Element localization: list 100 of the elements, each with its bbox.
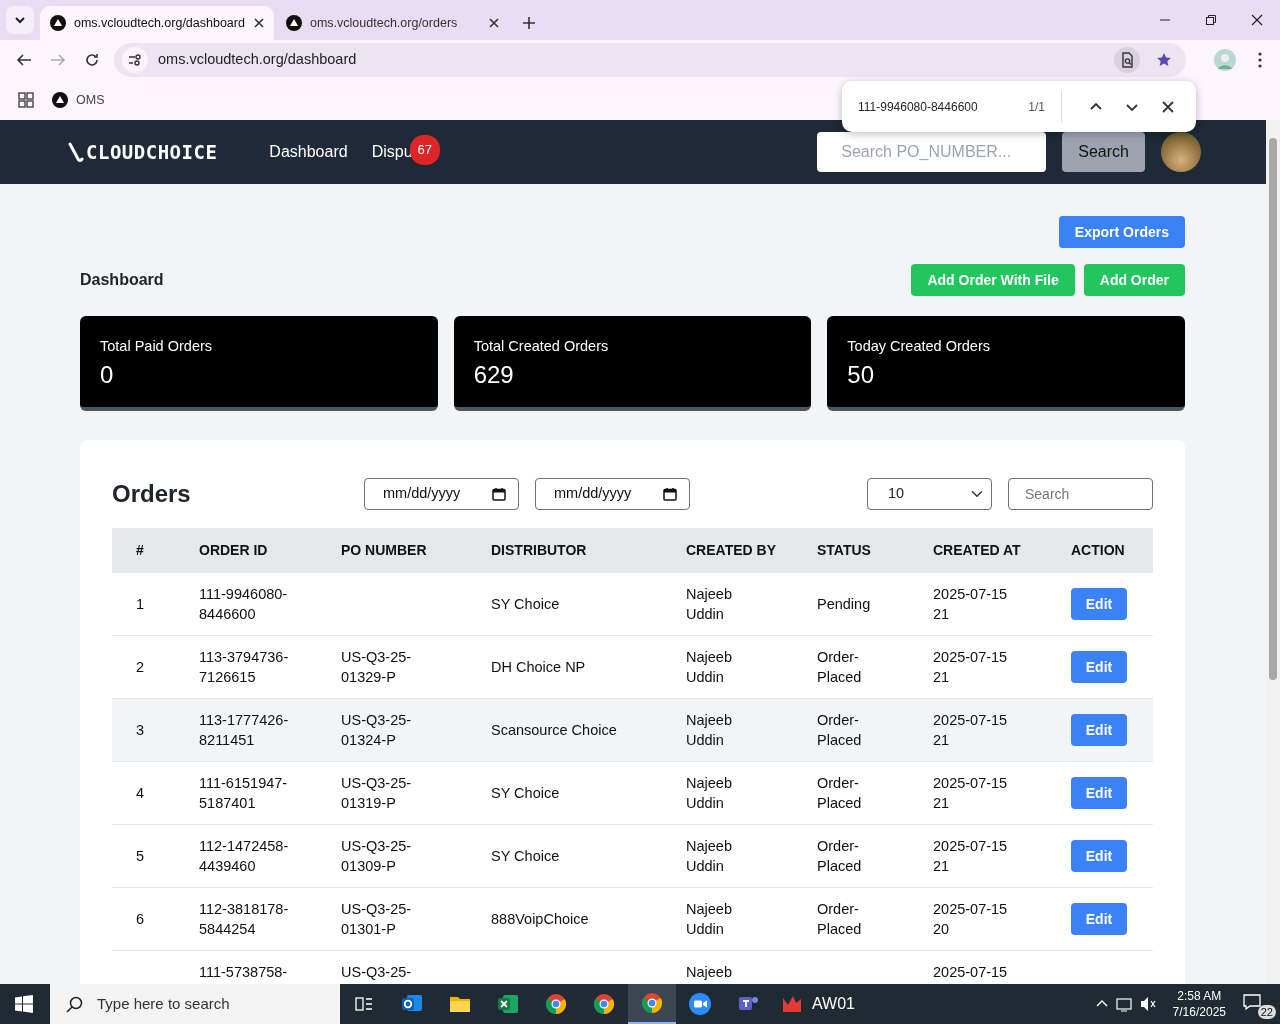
date-field[interactable]: mm/dd/yyyy [535,478,690,510]
table-cell: DH Choice NP [491,659,586,675]
table-cell: 4 [136,785,145,801]
network-icon[interactable] [1114,995,1133,1013]
new-tab-icon[interactable] [522,16,536,30]
triangle-logo-icon [286,15,302,31]
table-cell-text: 111-6151947-5187401 [199,774,289,813]
table-cell-text: Najeeb [686,963,732,982]
table-cell-text: 112-1472458-4439460 [199,837,290,876]
browser-app-icon [592,992,616,1016]
table-cell: Scansource Choice [491,722,617,738]
address-bar[interactable]: oms.vcloudtech.org/dashboard [114,43,1186,77]
clock-time: 2:58 AM [1176,988,1223,1004]
v-logo-icon [68,141,86,163]
column-header: ACTION [1071,542,1125,558]
table-cell: 1 [136,596,145,612]
clock-date: 7/16/2025 [1172,1004,1226,1020]
table-cell-text: 2025-07-15 21 [933,648,1009,687]
browser-tab[interactable]: oms.vcloudtech.org/orders [276,6,510,40]
taskbar-search-field[interactable]: Type here to search [50,984,340,1024]
table-cell-text: 2025-07-15 21 [933,711,1009,750]
match-count: 1/1 [1028,98,1045,116]
date-field[interactable]: mm/dd/yyyy [364,478,519,510]
calendar-icon[interactable] [663,487,677,501]
nav-link[interactable]: Dashboard [269,140,348,164]
table-cell-text: US-Q3-25-01329-P [341,648,413,687]
table-cell-text: Order-Placed [817,900,863,939]
edit-button[interactable]: Edit [1071,588,1127,620]
video-app-icon [688,992,712,1016]
tab-list-button[interactable] [6,6,34,34]
star-icon[interactable] [1156,52,1172,68]
windows-start-icon[interactable] [15,995,33,1013]
find-query-text: 111-9946080-8446600 [858,98,979,116]
page-size-select[interactable]: 10 [867,478,992,510]
column-header: DISTRIBUTOR [491,542,587,558]
close-icon[interactable] [1251,14,1263,26]
logo-text: CLOUDCHOICE [86,139,218,165]
browser-app-icon [544,992,568,1016]
table-cell-text: Order-Placed [817,711,863,750]
column-header: CREATED BY [686,542,776,558]
table-cell-text: 2025-07-15 20 [933,900,1009,939]
table-cell-text: Najeeb Uddin [686,774,733,813]
export-button[interactable]: Export Orders [1058,216,1185,248]
edit-button[interactable]: Edit [1071,714,1127,746]
close-icon[interactable] [1161,99,1175,114]
search-icon [66,995,83,1013]
page-title: Dashboard [80,270,165,290]
apps-grid-icon[interactable] [18,92,34,108]
site-settings-icon[interactable] [128,53,142,67]
column-header: # [136,542,144,558]
stat-label: Total Created Orders [473,337,610,356]
find-in-page-icon[interactable] [1119,52,1135,68]
table-cell-text: Order-Placed [817,648,863,687]
calendar-icon[interactable] [492,487,506,501]
message-icon [1242,991,1262,1012]
edit-button[interactable]: Edit [1071,903,1127,935]
table-cell-text: 111-9946080-8446600 [199,585,289,624]
table-cell-text: Najeeb Uddin [686,648,733,687]
table-cell-text: US-Q3-25-01309-P [341,837,413,876]
stat-value: 50 [847,359,876,390]
close-icon[interactable] [488,17,500,29]
search-field[interactable]: Search PO_NUMBER... [817,132,1047,172]
edit-button[interactable]: Edit [1071,777,1127,809]
task-view-icon[interactable] [355,995,373,1013]
search-button[interactable]: Search [1062,132,1145,172]
table-cell-text: Najeeb Uddin [686,585,733,624]
column-header: CREATED AT [933,542,1021,558]
speaker-muted-icon[interactable] [1138,995,1157,1013]
table-cell: 5 [136,848,145,864]
scrollbar[interactable] [1266,120,1280,984]
table-cell-text: 111-5738758- [199,963,288,982]
avatar-photo[interactable] [1161,132,1201,172]
taskbar-app[interactable]: AW01 [772,984,863,1024]
card-title: Orders [112,479,192,509]
table-cell: 3 [136,722,145,738]
table-cell: SY Choice [491,785,560,801]
table-cell-text: 112-3818178-5844254 [199,900,290,939]
back-arrow-icon[interactable] [16,52,32,68]
stat-label: Total Paid Orders [100,337,214,356]
table-cell: SY Choice [491,596,560,612]
table-cell-text: 2025-07-15 21 [933,774,1009,813]
browser-tab[interactable]: oms.vcloudtech.org/dashboard [40,6,274,40]
stat-value: 629 [473,359,515,390]
table-cell-text: Order-Placed [817,774,863,813]
restore-icon[interactable] [1205,14,1217,26]
table-cell-text: Najeeb Uddin [686,900,733,939]
edit-button[interactable]: Edit [1071,840,1127,872]
table-cell-text: 2025-07-15 [933,963,1008,982]
bookmark-link[interactable]: OMS [52,90,105,110]
table-cell-text: Pending [817,595,871,614]
column-header: PO NUMBER [341,542,427,558]
table-search-field[interactable]: Search [1008,478,1153,510]
table-cell-text: 2025-07-15 21 [933,585,1009,624]
stat-value: 0 [100,359,115,390]
edit-button[interactable]: Edit [1071,651,1127,683]
table-cell-text: 113-1777426-8211451 [199,711,290,750]
reload-icon[interactable] [84,52,100,68]
spreadsheet-app-icon [496,992,520,1016]
close-icon[interactable] [252,17,265,29]
more-menu-icon[interactable] [1258,52,1262,68]
